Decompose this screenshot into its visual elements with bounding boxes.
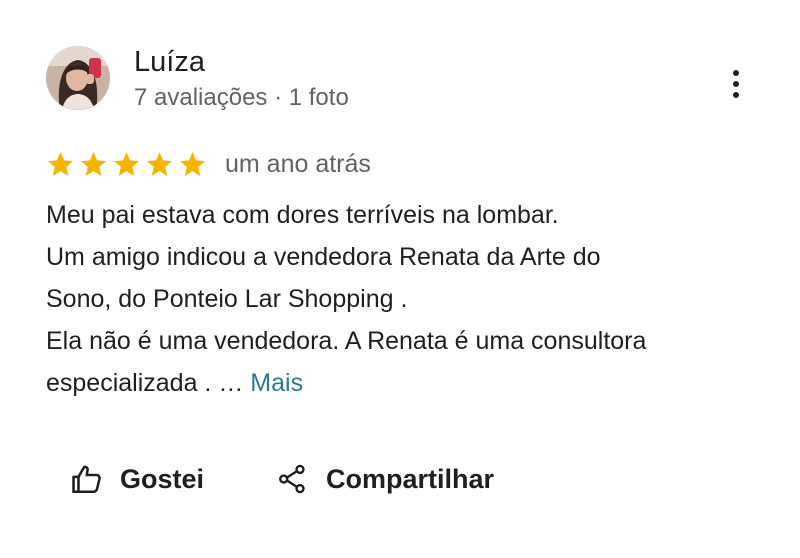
like-label: Gostei xyxy=(120,463,205,494)
share-button[interactable]: Compartilhar xyxy=(276,456,494,502)
review-date: um ano atrás xyxy=(225,150,371,178)
star-icon xyxy=(178,150,207,179)
avatar[interactable] xyxy=(46,46,110,110)
star-rating xyxy=(46,150,207,179)
reviewer-stats: 7 avaliações · 1 foto xyxy=(134,84,349,111)
more-vert-icon-dot xyxy=(733,92,739,98)
more-options-button[interactable] xyxy=(720,64,752,104)
reviewer-name[interactable]: Luíza xyxy=(134,44,205,80)
share-label: Compartilhar xyxy=(326,463,495,494)
review-actions: Gostei Compartilhar xyxy=(70,456,494,502)
rating-row: um ano atrás xyxy=(46,146,371,182)
star-icon xyxy=(112,150,141,179)
review-text-line: Um amigo indicou a vendedora Renata da A… xyxy=(46,243,601,271)
star-icon xyxy=(79,150,108,179)
share-icon xyxy=(276,462,308,496)
review-text: Meu pai estava com dores terríveis na lo… xyxy=(46,194,766,404)
star-icon xyxy=(145,150,174,179)
review-text-line: Sono, do Ponteio Lar Shopping . xyxy=(46,285,408,313)
review-text-line: Meu pai estava com dores terríveis na lo… xyxy=(46,201,559,229)
like-button[interactable]: Gostei xyxy=(70,456,204,502)
review-card: Luíza 7 avaliações · 1 foto um ano atrás… xyxy=(0,0,800,558)
thumb-up-outline-icon xyxy=(70,462,104,496)
review-text-truncated: especializada . … xyxy=(46,369,251,397)
more-vert-icon xyxy=(733,70,739,76)
more-link[interactable]: Mais xyxy=(250,369,303,397)
review-text-line: especializada . … Mais xyxy=(46,362,766,404)
star-icon xyxy=(46,150,75,179)
more-vert-icon-dot xyxy=(733,81,739,87)
review-text-line: Ela não é uma vendedora. A Renata é uma … xyxy=(46,327,647,355)
